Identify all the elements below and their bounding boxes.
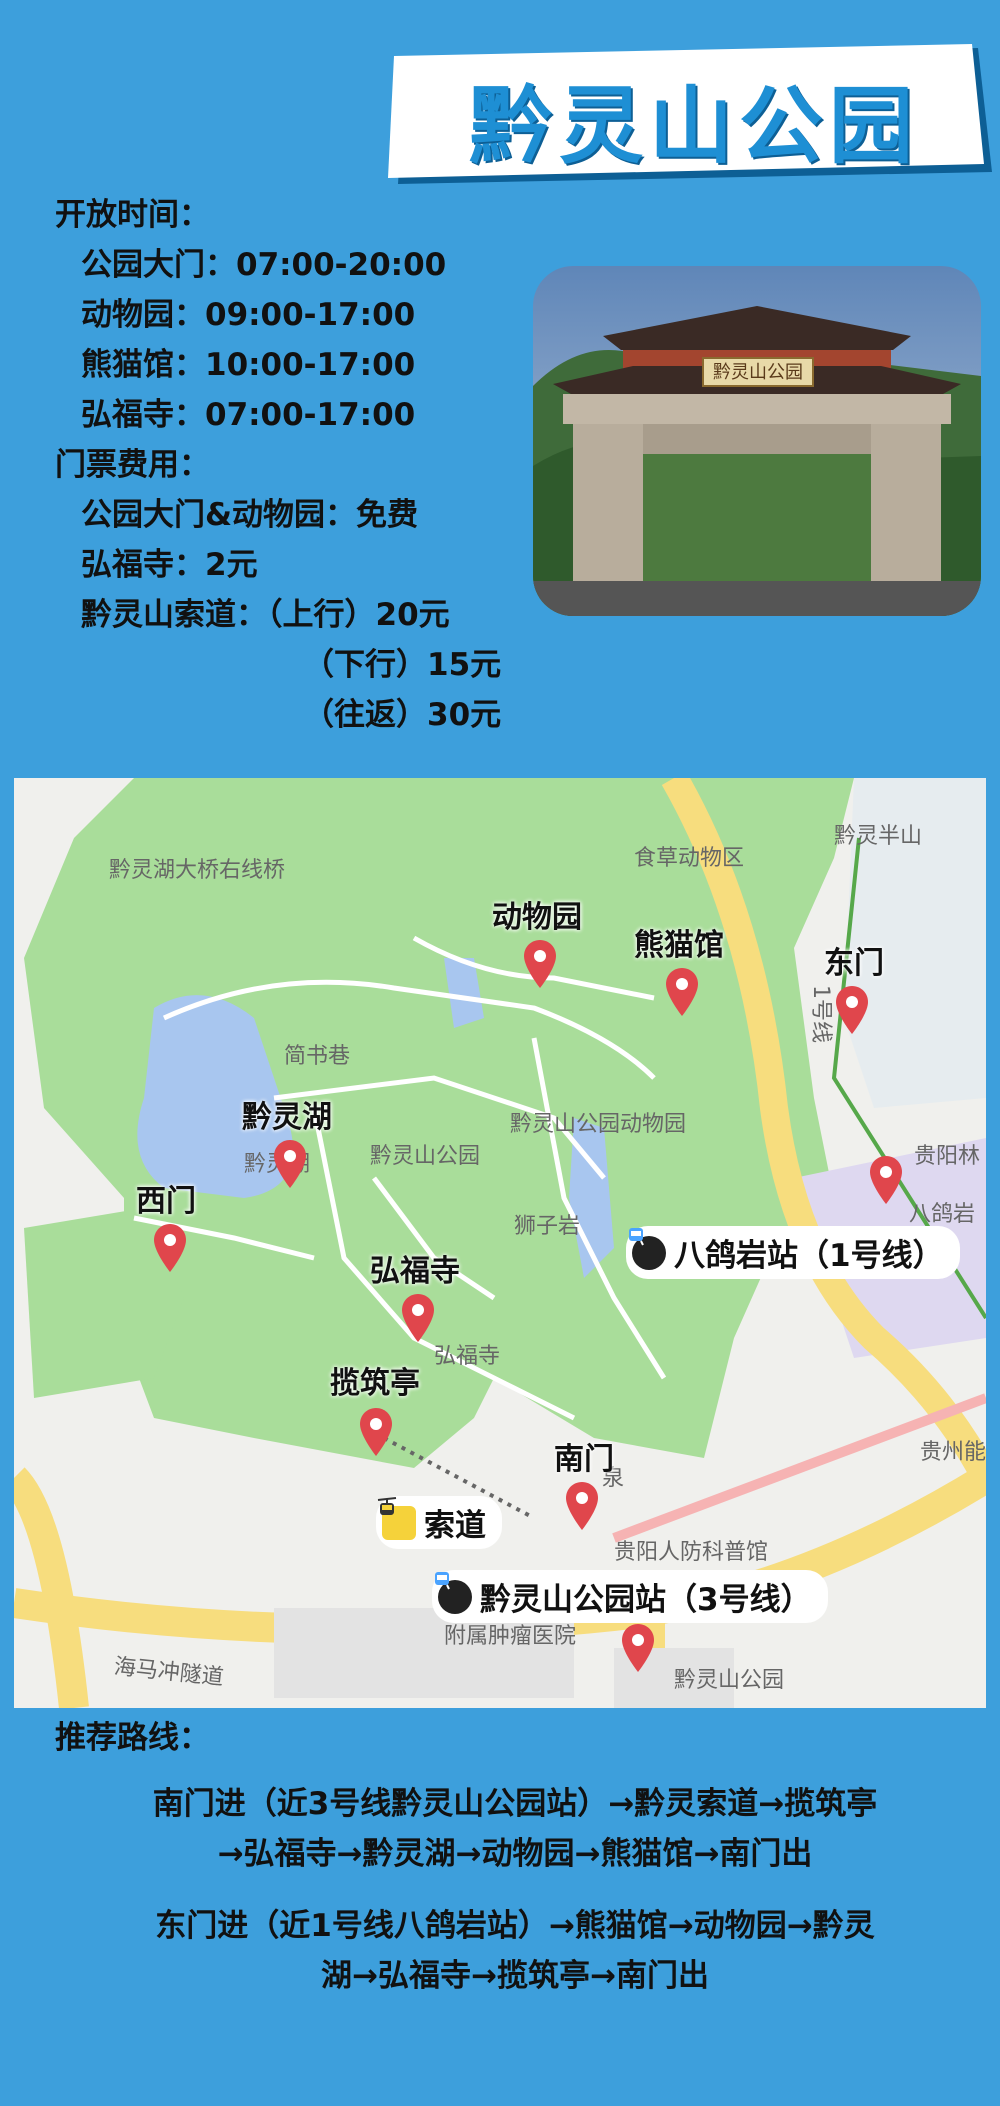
- poi-label-temple: 弘福寺: [370, 1254, 460, 1289]
- ticket-row: 弘福寺：2元: [81, 547, 258, 583]
- map-label: 弘福寺: [434, 1344, 501, 1369]
- recommended-routes: 推荐路线： 南门进（近3号线黔灵山公园站）→黔灵索道→揽筑亭 →弘福寺→黔灵湖→…: [55, 1712, 975, 2001]
- ticket-row: （下行）15元: [303, 647, 502, 683]
- route-2-line-1: 东门进（近1号线八鸽岩站）→熊猫馆→动物园→黔灵: [155, 1908, 875, 1944]
- metro-icon: [434, 1572, 472, 1614]
- map-label: 1号线: [808, 985, 833, 1043]
- hours-row: 熊猫馆：10:00-17:00: [81, 347, 416, 383]
- map-pin-icon[interactable]: [402, 1294, 434, 1342]
- map-label: 黔灵湖大桥右线桥: [109, 858, 286, 883]
- map-label: 贵阳人防科普馆: [614, 1540, 769, 1565]
- map-pin-icon[interactable]: [360, 1408, 392, 1456]
- ticket-row: 黔灵山索道：（上行）20元: [81, 597, 450, 633]
- ticket-row: 公园大门&动物园：免费: [81, 497, 419, 533]
- info-panel: 开放时间： 公园大门：07:00-20:00 动物园：09:00-17:00 熊…: [55, 190, 501, 740]
- cableway-label: 索道: [424, 1508, 486, 1544]
- map-label: 食草动物区: [634, 846, 745, 871]
- map-label: 贵阳林: [914, 1144, 981, 1169]
- hours-heading: 开放时间：: [55, 197, 210, 233]
- map-label: 黔灵山公园: [674, 1668, 785, 1693]
- map-pin-icon[interactable]: [666, 968, 698, 1016]
- metro-icon: [628, 1228, 666, 1270]
- hours-row: 弘福寺：07:00-17:00: [81, 397, 416, 433]
- poi-label-west-gate: 西门: [136, 1184, 196, 1219]
- station-bageyan[interactable]: 八鸽岩站（1号线）: [626, 1226, 960, 1279]
- map-label: 贵州能: [920, 1440, 986, 1465]
- park-gate-photo: 黔灵山公园: [533, 266, 981, 616]
- hours-row: 动物园：09:00-17:00: [81, 297, 416, 333]
- poi-label-east-gate: 东门: [824, 946, 884, 981]
- title-banner: 黔灵山公园: [388, 44, 1000, 194]
- hours-row: 公园大门：07:00-20:00: [81, 247, 447, 283]
- page-title: 黔灵山公园: [468, 76, 919, 175]
- route-2: 东门进（近1号线八鸽岩站）→熊猫馆→动物园→黔灵 湖→弘福寺→揽筑亭→南门出: [55, 1901, 975, 2001]
- station-label: 八鸽岩站（1号线）: [674, 1238, 944, 1274]
- poi-label-panda: 熊猫馆: [634, 928, 724, 963]
- poi-label-south-gate: 南门: [554, 1442, 614, 1477]
- map-label: 黔灵半山: [834, 824, 923, 849]
- poi-label-pavilion: 揽筑亭: [330, 1366, 420, 1401]
- map-pin-icon[interactable]: [524, 940, 556, 988]
- map-label: 八鸽岩: [909, 1202, 976, 1227]
- route-1-line-1: 南门进（近3号线黔灵山公园站）→黔灵索道→揽筑亭: [152, 1786, 878, 1822]
- park-map: 黔灵湖大桥右线桥 食草动物区 黔灵半山 简书巷 黔灵湖 黔灵山公园 黔灵山公园动…: [14, 778, 986, 1708]
- route-2-line-2: 湖→弘福寺→揽筑亭→南门出: [321, 1958, 709, 1994]
- map-label: 黔灵山公园: [370, 1144, 481, 1169]
- map-pin-icon[interactable]: [154, 1224, 186, 1272]
- map-label: 狮子岩: [514, 1214, 581, 1239]
- gate-sign-text: 黔灵山公园: [713, 362, 803, 383]
- cableway-marker[interactable]: 索道: [376, 1496, 502, 1549]
- route-1-line-2: →弘福寺→黔灵湖→动物园→熊猫馆→南门出: [217, 1836, 813, 1872]
- map-pin-icon[interactable]: [836, 986, 868, 1034]
- map-pin-icon[interactable]: [274, 1140, 306, 1188]
- poi-label-zoo: 动物园: [492, 900, 582, 935]
- route-1: 南门进（近3号线黔灵山公园站）→黔灵索道→揽筑亭 →弘福寺→黔灵湖→动物园→熊猫…: [55, 1779, 975, 1879]
- cable-car-icon: [377, 1497, 416, 1540]
- ticket-heading: 门票费用：: [55, 447, 210, 483]
- map-pin-icon[interactable]: [870, 1156, 902, 1204]
- station-label: 黔灵山公园站（3号线）: [480, 1582, 812, 1618]
- station-qianlingshan[interactable]: 黔灵山公园站（3号线）: [432, 1570, 828, 1623]
- map-label: 简书巷: [284, 1044, 351, 1069]
- routes-heading: 推荐路线：: [55, 1720, 210, 1756]
- map-label: 黔灵山公园动物园: [510, 1112, 687, 1137]
- poi-label-lake: 黔灵湖: [242, 1100, 332, 1135]
- map-pin-icon[interactable]: [566, 1482, 598, 1530]
- map-pin-icon[interactable]: [622, 1624, 654, 1672]
- ticket-row: （往返）30元: [303, 697, 502, 733]
